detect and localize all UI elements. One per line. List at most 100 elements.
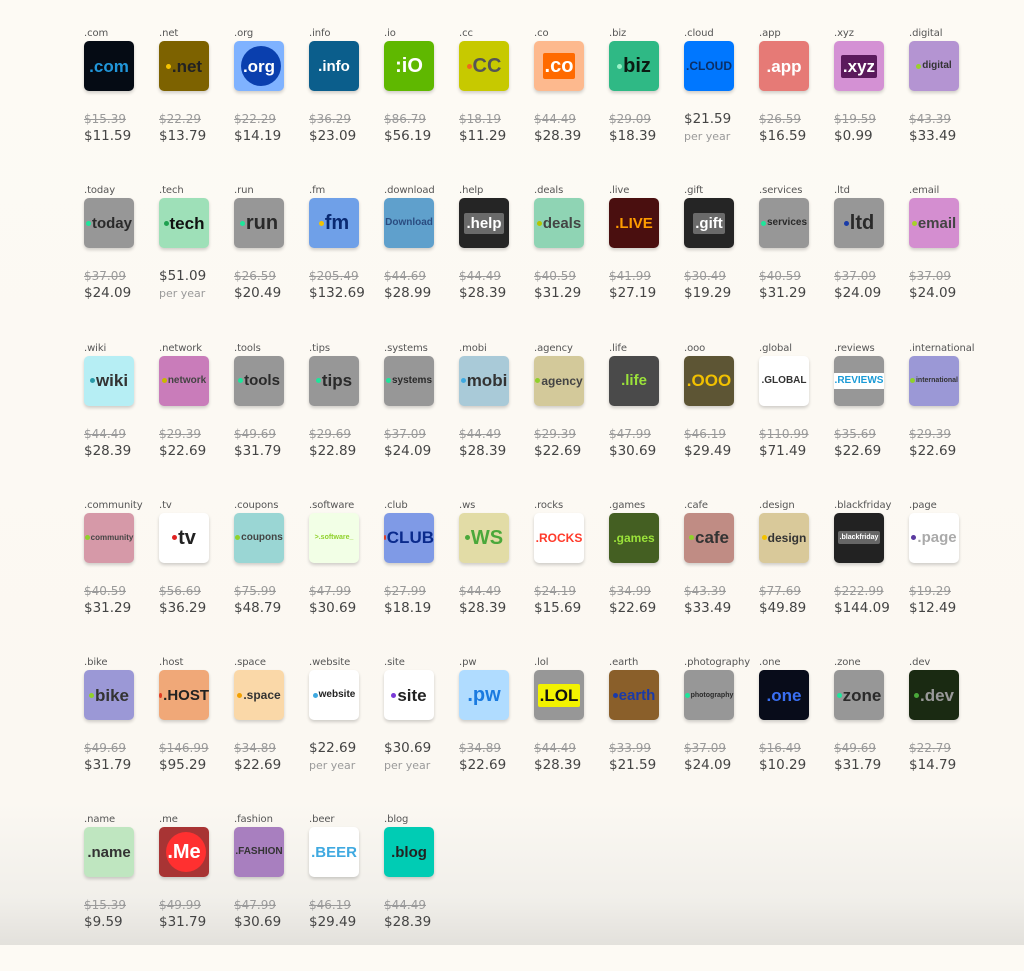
domain-card[interactable]: .agency agency $29.39 $22.69 (534, 342, 609, 499)
domain-card[interactable]: .lol .LOL $44.49 $28.39 (534, 656, 609, 813)
domain-card[interactable]: .dev .dev $22.79 $14.79 (909, 656, 984, 813)
domain-card[interactable]: .cc CC $18.19 $11.29 (459, 27, 534, 184)
domain-card[interactable]: .mobi mobi $44.49 $28.39 (459, 342, 534, 499)
tld-logo-icon[interactable]: run (234, 198, 284, 249)
tld-logo-icon[interactable]: earth (609, 670, 659, 721)
tld-logo-icon[interactable]: design (759, 512, 809, 563)
tld-logo-icon[interactable]: community (84, 512, 134, 563)
domain-card[interactable]: .info .info $36.29 $23.09 (309, 27, 384, 184)
domain-card[interactable]: .one .one $16.49 $10.29 (759, 656, 834, 813)
tld-logo-icon[interactable]: mobi (459, 355, 509, 406)
domain-card[interactable]: .earth earth $33.99 $21.59 (609, 656, 684, 813)
domain-card[interactable]: .life .life $47.99 $30.69 (609, 342, 684, 499)
tld-logo-icon[interactable]: .Me (159, 827, 209, 878)
tld-logo-icon[interactable]: tips (309, 355, 359, 406)
domain-card[interactable]: .pw .pw $34.89 $22.69 (459, 656, 534, 813)
tld-logo-icon[interactable]: .net (159, 41, 209, 91)
domain-card[interactable]: .space .space $34.89 $22.69 (234, 656, 309, 813)
domain-card[interactable]: .design design $77.69 $49.89 (759, 499, 834, 656)
domain-card[interactable]: .zone zone $49.69 $31.79 (834, 656, 909, 813)
tld-logo-icon[interactable]: bike (84, 670, 134, 721)
domain-card[interactable]: .tools tools $49.69 $31.79 (234, 342, 309, 499)
domain-card[interactable]: .deals deals $40.59 $31.29 (534, 184, 609, 341)
tld-logo-icon[interactable]: .com (84, 41, 134, 91)
tld-logo-icon[interactable]: .space (234, 670, 284, 721)
domain-card[interactable]: .co .co $44.49 $28.39 (534, 27, 609, 184)
domain-card[interactable]: .international international $29.39 $22.69 (909, 342, 984, 499)
tld-logo-icon[interactable]: .GLOBAL (759, 355, 809, 406)
tld-logo-icon[interactable]: biz (609, 41, 659, 91)
domain-card[interactable]: .website website $22.69 per year (309, 656, 384, 813)
tld-logo-icon[interactable]: .info (309, 41, 359, 91)
domain-card[interactable]: .software >.software_ $47.99 $30.69 (309, 499, 384, 656)
tld-logo-icon[interactable]: digital (909, 41, 959, 91)
domain-card[interactable]: .cloud .CLOUD $21.59 per year (684, 27, 759, 184)
tld-logo-icon[interactable]: .FASHION (234, 827, 284, 878)
domain-card[interactable]: .help .help $44.49 $28.39 (459, 184, 534, 341)
tld-logo-icon[interactable]: .page (909, 512, 959, 563)
tld-logo-icon[interactable]: wiki (84, 355, 134, 406)
domain-card[interactable]: .fashion .FASHION $47.99 $30.69 (234, 813, 309, 970)
tld-logo-icon[interactable]: photography (684, 670, 734, 721)
tld-logo-icon[interactable]: .help (459, 198, 509, 249)
tld-logo-icon[interactable]: .CLOUD (684, 41, 734, 91)
domain-card[interactable]: .com .com $15.39 $11.59 (84, 27, 159, 184)
tld-logo-icon[interactable]: Download (384, 198, 434, 249)
tld-logo-icon[interactable]: >.software_ (309, 512, 359, 563)
domain-card[interactable]: .run run $26.59 $20.49 (234, 184, 309, 341)
tld-logo-icon[interactable]: .OOO (684, 355, 734, 406)
domain-card[interactable]: .download Download $44.69 $28.99 (384, 184, 459, 341)
domain-card[interactable]: .email email $37.09 $24.09 (909, 184, 984, 341)
domain-card[interactable]: .site site $30.69 per year (384, 656, 459, 813)
tld-logo-icon[interactable]: .ROCKS (534, 512, 584, 563)
domain-card[interactable]: .host .HOST $146.99 $95.29 (159, 656, 234, 813)
domain-card[interactable]: .coupons coupons $75.99 $48.79 (234, 499, 309, 656)
tld-logo-icon[interactable]: ltd (834, 198, 884, 249)
domain-card[interactable]: .reviews .REVIEWS $35.69 $22.69 (834, 342, 909, 499)
domain-card[interactable]: .bike bike $49.69 $31.79 (84, 656, 159, 813)
tld-logo-icon[interactable]: .xyz (834, 41, 884, 91)
tld-logo-icon[interactable]: tools (234, 355, 284, 406)
domain-card[interactable]: .biz biz $29.09 $18.39 (609, 27, 684, 184)
tld-logo-icon[interactable]: international (909, 355, 959, 406)
domain-card[interactable]: .tech tech $51.09 per year (159, 184, 234, 341)
tld-logo-icon[interactable]: .HOST (159, 670, 209, 721)
domain-card[interactable]: .page .page $19.29 $12.49 (909, 499, 984, 656)
domain-card[interactable]: .cafe cafe $43.39 $33.49 (684, 499, 759, 656)
tld-logo-icon[interactable]: :iO (384, 41, 434, 91)
tld-logo-icon[interactable]: .gift (684, 198, 734, 249)
tld-logo-icon[interactable]: network (159, 355, 209, 406)
tld-logo-icon[interactable]: tv (159, 512, 209, 563)
domain-card[interactable]: .live .LIVE $41.99 $27.19 (609, 184, 684, 341)
domain-card[interactable]: .blog .blog $44.49 $28.39 (384, 813, 459, 970)
tld-logo-icon[interactable]: systems (384, 355, 434, 406)
tld-logo-icon[interactable]: .LIVE (609, 198, 659, 249)
tld-logo-icon[interactable]: agency (534, 355, 584, 406)
tld-logo-icon[interactable]: .blackfriday (834, 512, 884, 563)
domain-card[interactable]: .net .net $22.29 $13.79 (159, 27, 234, 184)
tld-logo-icon[interactable]: .org (234, 41, 284, 91)
tld-logo-icon[interactable]: website (309, 670, 359, 721)
tld-logo-icon[interactable]: CLUB (384, 512, 434, 563)
domain-card[interactable]: .app .app $26.59 $16.59 (759, 27, 834, 184)
tld-logo-icon[interactable]: zone (834, 670, 884, 721)
domain-card[interactable]: .rocks .ROCKS $24.19 $15.69 (534, 499, 609, 656)
domain-card[interactable]: .gift .gift $30.49 $19.29 (684, 184, 759, 341)
domain-card[interactable]: .xyz .xyz $19.59 $0.99 (834, 27, 909, 184)
tld-logo-icon[interactable]: .co (534, 41, 584, 91)
tld-logo-icon[interactable]: CC (459, 41, 509, 91)
tld-logo-icon[interactable]: .name (84, 827, 134, 878)
domain-card[interactable]: .org .org $22.29 $14.19 (234, 27, 309, 184)
domain-card[interactable]: .today today $37.09 $24.09 (84, 184, 159, 341)
domain-card[interactable]: .blackfriday .blackfriday $222.99 $144.09 (834, 499, 909, 656)
domain-card[interactable]: .tips tips $29.69 $22.89 (309, 342, 384, 499)
domain-card[interactable]: .systems systems $37.09 $24.09 (384, 342, 459, 499)
tld-logo-icon[interactable]: .one (759, 670, 809, 721)
tld-logo-icon[interactable]: deals (534, 198, 584, 249)
domain-card[interactable]: .club CLUB $27.99 $18.19 (384, 499, 459, 656)
domain-card[interactable]: .me .Me $49.99 $31.79 (159, 813, 234, 970)
tld-logo-icon[interactable]: .pw (459, 670, 509, 721)
tld-logo-icon[interactable]: email (909, 198, 959, 249)
domain-card[interactable]: .name .name $15.39 $9.59 (84, 813, 159, 970)
tld-logo-icon[interactable]: .life (609, 355, 659, 406)
